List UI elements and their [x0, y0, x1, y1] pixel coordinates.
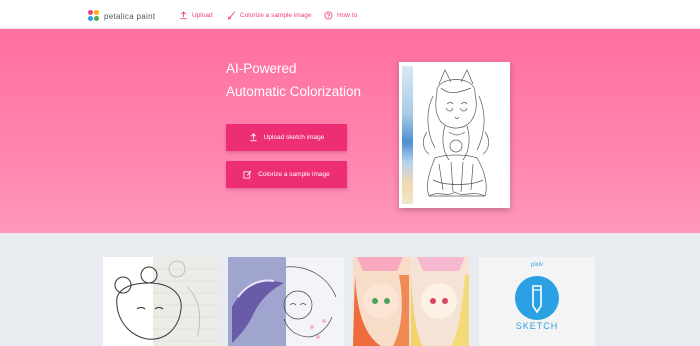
- pixiv-label: pixiv: [530, 262, 543, 268]
- pencil-icon: [515, 276, 559, 320]
- hero-title-line1: AI-Powered: [226, 61, 297, 76]
- brand-name: petalica paint: [104, 11, 156, 21]
- gallery-card-2[interactable]: [228, 257, 344, 346]
- upload-sketch-button[interactable]: Upload sketch image: [226, 124, 347, 151]
- sample-image-1: [103, 257, 219, 346]
- brush-icon: [227, 11, 235, 20]
- sample-image-2: [228, 257, 344, 346]
- gallery-card-1[interactable]: [103, 257, 219, 346]
- hero-title-line2: Automatic Colorization: [226, 84, 362, 99]
- sketch-label: SKETCH: [515, 321, 559, 331]
- upload-sketch-label: Upload sketch image: [263, 134, 325, 141]
- top-nav: petalica paint Upload Colorize a sample …: [0, 0, 700, 29]
- nav-how-to[interactable]: How to: [324, 9, 357, 21]
- nav-upload-label: Upload: [192, 11, 213, 19]
- pixiv-sketch-card[interactable]: pixiv SKETCH: [479, 257, 595, 346]
- anime-girl-sketch: [423, 69, 489, 197]
- edit-icon: [243, 171, 252, 179]
- nav-colorize-sample-label: Colorize a sample image: [240, 11, 312, 19]
- colorize-sample-button[interactable]: Colorize a sample image: [226, 161, 347, 188]
- nav-how-to-label: How to: [337, 11, 358, 19]
- help-icon: [324, 10, 333, 20]
- upload-icon: [249, 133, 257, 142]
- brand-logo[interactable]: petalica paint: [88, 9, 155, 23]
- colorize-sample-label: Colorize a sample image: [258, 171, 330, 178]
- upload-icon: [180, 10, 187, 19]
- palette-icon: [88, 10, 100, 22]
- nav-colorize-sample[interactable]: Colorize a sample image: [227, 9, 312, 21]
- sketch-preview-image: [399, 62, 510, 208]
- gallery-card-3[interactable]: [353, 257, 469, 346]
- sample-image-3: [353, 257, 469, 346]
- nav-upload[interactable]: Upload: [179, 9, 213, 21]
- hero-section: AI-Powered Automatic Colorization Upload…: [0, 29, 700, 233]
